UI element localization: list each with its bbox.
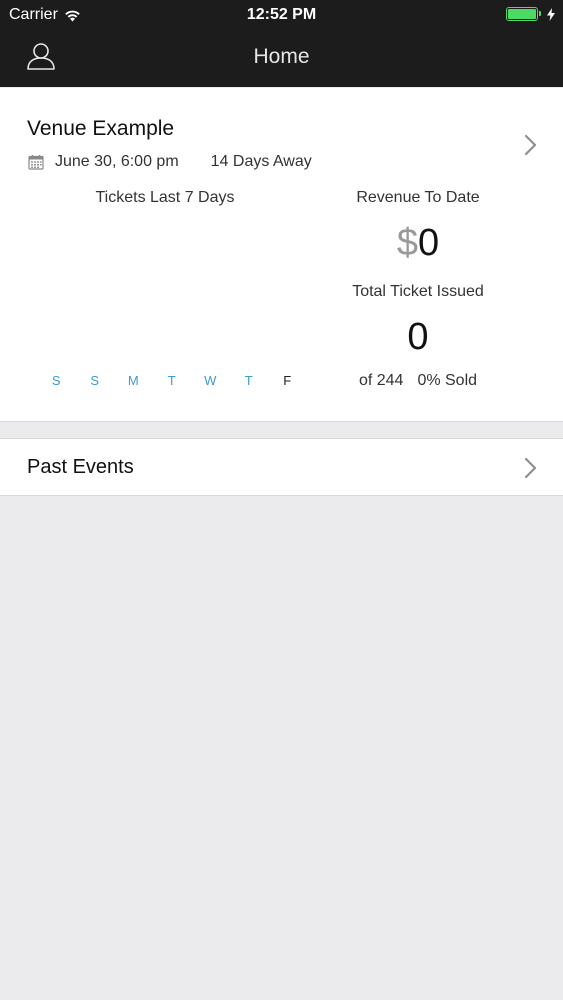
currency-symbol: $ <box>396 222 418 264</box>
page-title: Home <box>253 45 310 68</box>
event-date: June 30, 6:00 pm <box>55 153 179 170</box>
weekday-label: F <box>283 373 292 388</box>
past-events-row[interactable]: Past Events <box>0 438 563 496</box>
event-date-row: June 30, 6:00 pm 14 Days Away <box>28 153 312 171</box>
revenue-label: Revenue To Date <box>356 189 480 206</box>
calendar-icon <box>28 155 44 170</box>
bolt-icon <box>547 7 555 21</box>
weekday-label: S <box>90 373 100 388</box>
weekday-label: M <box>127 373 139 388</box>
status-right <box>506 7 555 21</box>
capacity-text: of 244 <box>358 372 404 389</box>
tickets-chart-title: Tickets Last 7 Days <box>95 189 235 206</box>
issued-value: 0 <box>407 316 429 358</box>
revenue-amount: 0 <box>418 222 440 264</box>
sold-summary: of 244 0% Sold <box>318 372 518 390</box>
past-events-label: Past Events <box>27 456 134 478</box>
weekday-label: T <box>167 373 176 388</box>
event-card[interactable]: Venue Example June 30, 6:00 pm 14 Days A… <box>0 88 563 422</box>
venue-name: Venue Example <box>27 117 175 140</box>
weekday-axis: SSMTWTF <box>37 373 307 388</box>
days-away: 14 Days Away <box>210 153 312 170</box>
nav-bar: Home <box>0 30 563 87</box>
chevron-right-icon[interactable] <box>523 133 539 157</box>
weekday-label: S <box>51 373 61 388</box>
status-time: 12:52 PM <box>246 6 317 23</box>
issued-label: Total Ticket Issued <box>352 283 484 300</box>
status-bar: Carrier 12:52 PM <box>0 0 563 30</box>
revenue-value: $0 <box>318 222 518 265</box>
chevron-right-icon[interactable] <box>523 456 539 480</box>
weekday-label: T <box>244 373 253 388</box>
battery-icon <box>506 7 541 21</box>
weekday-label: W <box>204 373 217 388</box>
sold-percent: 0% Sold <box>417 372 478 389</box>
